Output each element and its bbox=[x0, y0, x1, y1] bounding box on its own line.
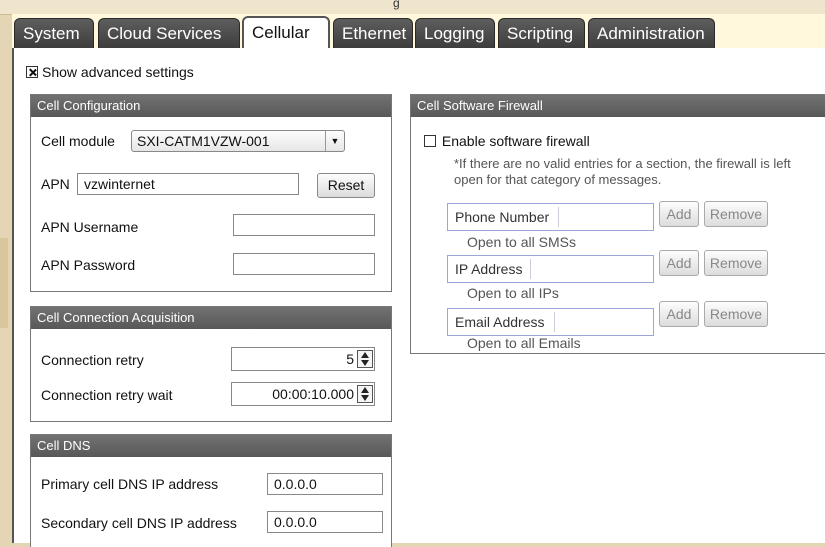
advanced-checkbox[interactable] bbox=[26, 66, 38, 79]
add-ip-button[interactable]: Add bbox=[659, 250, 699, 276]
cell-dns-panel: Cell DNS Primary cell DNS IP address Sec… bbox=[30, 434, 392, 547]
phone-number-field[interactable]: Phone Number bbox=[447, 203, 654, 231]
tab-scripting[interactable]: Scripting bbox=[498, 18, 585, 48]
cell-module-value: SXI-CATM1VZW-001 bbox=[137, 133, 270, 149]
apn-input[interactable] bbox=[77, 173, 299, 195]
phone-number-placeholder: Phone Number bbox=[455, 209, 550, 225]
tab-cloud-services[interactable]: Cloud Services bbox=[98, 18, 240, 48]
tab-ethernet[interactable]: Ethernet bbox=[333, 18, 413, 48]
connection-retry-value: 5 bbox=[346, 351, 354, 367]
show-advanced-settings[interactable]: Show advanced settings bbox=[26, 63, 194, 80]
email-status: Open to all Emails bbox=[467, 335, 581, 351]
cell-configuration-panel: Cell Configuration Cell module SXI-CATM1… bbox=[30, 94, 392, 292]
ip-address-field[interactable]: IP Address bbox=[447, 255, 654, 283]
remove-email-button[interactable]: Remove bbox=[704, 301, 768, 327]
ip-address-placeholder: IP Address bbox=[455, 261, 523, 277]
remove-phone-button[interactable]: Remove bbox=[704, 201, 768, 227]
tab-bar: System Cloud Services Cellular Ethernet … bbox=[12, 14, 825, 49]
spinner-arrows-icon[interactable] bbox=[357, 350, 373, 368]
tab-administration[interactable]: Administration bbox=[588, 18, 715, 48]
connection-acquisition-panel: Cell Connection Acquisition Connection r… bbox=[30, 306, 392, 422]
enable-firewall-label: Enable software firewall bbox=[441, 133, 590, 150]
software-firewall-header: Cell Software Firewall bbox=[411, 95, 825, 117]
connection-retry-label: Connection retry bbox=[41, 352, 144, 368]
apn-username-label: APN Username bbox=[41, 219, 139, 235]
apn-label: APN bbox=[41, 176, 70, 192]
enable-firewall-toggle[interactable]: Enable software firewall bbox=[424, 132, 590, 149]
primary-dns-input[interactable] bbox=[267, 473, 383, 495]
apn-username-input[interactable] bbox=[233, 214, 375, 236]
apn-password-input[interactable] bbox=[233, 253, 375, 275]
connection-retry-wait-value: 00:00:10.000 bbox=[272, 386, 354, 402]
tab-system[interactable]: System bbox=[14, 18, 94, 48]
software-firewall-panel: Cell Software Firewall Enable software f… bbox=[410, 94, 825, 354]
secondary-dns-label: Secondary cell DNS IP address bbox=[41, 515, 237, 531]
advanced-label: Show advanced settings bbox=[42, 64, 194, 81]
cell-module-label: Cell module bbox=[41, 133, 115, 149]
email-address-field[interactable]: Email Address bbox=[447, 308, 654, 336]
apn-password-label: APN Password bbox=[41, 257, 136, 273]
left-scroll-edge bbox=[0, 238, 8, 328]
tab-logging[interactable]: Logging bbox=[415, 18, 495, 48]
cell-module-select[interactable]: SXI-CATM1VZW-001 ▼ bbox=[131, 130, 345, 152]
add-phone-button[interactable]: Add bbox=[659, 201, 699, 227]
tab-cellular[interactable]: Cellular bbox=[242, 16, 330, 49]
connection-acquisition-header: Cell Connection Acquisition bbox=[31, 307, 391, 329]
window-title: g bbox=[393, 0, 400, 10]
chevron-down-icon[interactable]: ▼ bbox=[325, 131, 344, 151]
cell-dns-header: Cell DNS bbox=[31, 435, 391, 457]
connection-retry-wait-spinbox[interactable]: 00:00:10.000 bbox=[231, 382, 375, 406]
secondary-dns-input[interactable] bbox=[267, 511, 383, 533]
reset-button[interactable]: Reset bbox=[317, 173, 375, 198]
email-address-placeholder: Email Address bbox=[455, 314, 545, 330]
enable-firewall-checkbox[interactable] bbox=[424, 135, 436, 148]
remove-ip-button[interactable]: Remove bbox=[704, 250, 768, 276]
connection-retry-wait-label: Connection retry wait bbox=[41, 387, 173, 403]
window-title-strip: g bbox=[0, 0, 825, 15]
spinner-arrows-icon[interactable] bbox=[357, 385, 373, 403]
phone-status: Open to all SMSs bbox=[467, 234, 576, 250]
cell-configuration-header: Cell Configuration bbox=[31, 95, 391, 117]
firewall-note: *If there are no valid entries for a sec… bbox=[454, 156, 791, 187]
add-email-button[interactable]: Add bbox=[659, 301, 699, 327]
ip-status: Open to all IPs bbox=[467, 285, 559, 301]
connection-retry-spinbox[interactable]: 5 bbox=[231, 347, 375, 371]
primary-dns-label: Primary cell DNS IP address bbox=[41, 476, 219, 492]
